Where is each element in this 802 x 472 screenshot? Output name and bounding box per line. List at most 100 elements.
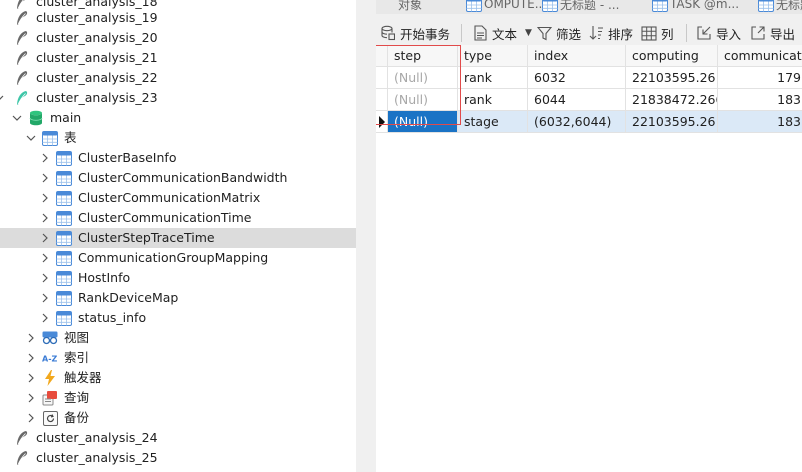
chevron-right-icon[interactable] bbox=[40, 173, 50, 183]
tree-item-communicationgroupmapping[interactable]: CommunicationGroupMapping bbox=[0, 248, 356, 268]
text-dropdown-icon[interactable]: ▼ bbox=[525, 28, 532, 38]
tree-item-clusterbaseinfo[interactable]: ClusterBaseInfo bbox=[0, 148, 356, 168]
tree-item-cluster_analysis_21[interactable]: cluster_analysis_21 bbox=[0, 48, 356, 68]
tree-item-cluster_analysis_25[interactable]: cluster_analysis_25 bbox=[0, 448, 356, 468]
cell-computing[interactable]: 22103595.26 bbox=[626, 67, 718, 89]
column-header-type[interactable]: type bbox=[458, 45, 528, 67]
tree-item-status_info[interactable]: status_info bbox=[0, 308, 356, 328]
chevron-down-icon[interactable] bbox=[12, 113, 22, 123]
tree-item-label: CommunicationGroupMapping bbox=[78, 250, 269, 265]
chevron-right-icon[interactable] bbox=[26, 373, 36, 383]
filter-label: 筛选 bbox=[556, 26, 582, 42]
table-icon bbox=[56, 190, 72, 206]
tree-item-cluster_analysis_24[interactable]: cluster_analysis_24 bbox=[0, 428, 356, 448]
cell-type[interactable]: stage bbox=[458, 111, 528, 133]
chevron-right-icon[interactable] bbox=[40, 153, 50, 163]
tree-item--[interactable]: 视图 bbox=[0, 328, 356, 348]
row-indicator[interactable] bbox=[376, 89, 388, 111]
tree-item--[interactable]: 备份 bbox=[0, 408, 356, 428]
columns-label: 列 bbox=[661, 26, 674, 42]
column-header-communication[interactable]: communication bbox=[718, 45, 802, 67]
tree-item-cluster_analysis_20[interactable]: cluster_analysis_20 bbox=[0, 28, 356, 48]
filter-button[interactable]: 筛选 bbox=[536, 22, 581, 44]
chevron-down-icon[interactable] bbox=[0, 93, 4, 103]
tab-0[interactable]: 对象 bbox=[398, 0, 422, 14]
cell-communication[interactable]: 183 bbox=[718, 111, 802, 133]
chevron-right-icon[interactable] bbox=[40, 253, 50, 263]
tree-item--[interactable]: A-Z 索引 bbox=[0, 348, 356, 368]
chevron-right-icon[interactable] bbox=[40, 213, 50, 223]
tree-item-clustercommunicationtime[interactable]: ClusterCommunicationTime bbox=[0, 208, 356, 228]
tables-folder-icon bbox=[42, 130, 58, 146]
feather-icon bbox=[14, 50, 30, 66]
chevron-right-icon[interactable] bbox=[40, 293, 50, 303]
cell-step[interactable]: (Null) bbox=[388, 111, 458, 133]
cell-computing[interactable]: 21838472.266 bbox=[626, 89, 718, 111]
column-header-computing[interactable]: computing bbox=[626, 45, 718, 67]
tree-item-cluster_analysis_22[interactable]: cluster_analysis_22 bbox=[0, 68, 356, 88]
column-header-step[interactable]: step bbox=[388, 45, 458, 67]
import-button[interactable]: 导入 bbox=[696, 22, 741, 44]
tree-item-clustersteptracetime[interactable]: ClusterStepTraceTime bbox=[0, 228, 356, 248]
tree-item-label: ClusterBaseInfo bbox=[78, 150, 177, 165]
view-glasses-icon bbox=[42, 330, 58, 346]
column-header-index[interactable]: index bbox=[528, 45, 626, 67]
tree-item--[interactable]: 查询 bbox=[0, 388, 356, 408]
cell-index[interactable]: 6032 bbox=[528, 67, 626, 89]
cell-communication[interactable]: 183 bbox=[718, 89, 802, 111]
chevron-right-icon[interactable] bbox=[40, 193, 50, 203]
row-indicator[interactable] bbox=[376, 67, 388, 89]
tab-2[interactable]: 无标题 - ... bbox=[542, 0, 619, 14]
tab-1[interactable]: OMPUTE... bbox=[466, 0, 546, 14]
tree-item-label: RankDeviceMap bbox=[78, 290, 179, 305]
cell-step[interactable]: (Null) bbox=[388, 89, 458, 111]
tab-bar: 对象 OMPUTE... 无标题 - ... TASK @m... 无标题 bbox=[376, 0, 802, 14]
chevron-right-icon[interactable] bbox=[40, 273, 50, 283]
tree-item-label: cluster_analysis_25 bbox=[36, 450, 158, 465]
begin-transaction-label: 开始事务 bbox=[400, 26, 451, 42]
index-az-icon: A-Z bbox=[42, 350, 58, 366]
columns-button[interactable]: 列 bbox=[641, 22, 674, 44]
feather-icon bbox=[14, 30, 30, 46]
export-icon bbox=[750, 25, 766, 41]
tree-item--[interactable]: 表 bbox=[0, 128, 356, 148]
cell-step[interactable]: (Null) bbox=[388, 67, 458, 89]
chevron-right-icon[interactable] bbox=[26, 333, 36, 343]
export-button[interactable]: 导出 bbox=[750, 22, 795, 44]
sort-button[interactable]: 排序 bbox=[588, 22, 633, 44]
transaction-icon bbox=[380, 25, 396, 41]
tree-item-clustercommunicationbandwidth[interactable]: ClusterCommunicationBandwidth bbox=[0, 168, 356, 188]
chevron-right-icon[interactable] bbox=[26, 393, 36, 403]
cell-index[interactable]: 6044 bbox=[528, 89, 626, 111]
cell-type[interactable]: rank bbox=[458, 89, 528, 111]
tree-item-label: ClusterStepTraceTime bbox=[78, 230, 215, 245]
table-icon bbox=[56, 270, 72, 286]
tree-item-label: cluster_analysis_22 bbox=[36, 70, 158, 85]
tree-item-label: 触发器 bbox=[64, 370, 102, 385]
table-icon bbox=[56, 290, 72, 306]
chevron-right-icon[interactable] bbox=[40, 233, 50, 243]
tree-item-rankdevicemap[interactable]: RankDeviceMap bbox=[0, 288, 356, 308]
tree-item-clustercommunicationmatrix[interactable]: ClusterCommunicationMatrix bbox=[0, 188, 356, 208]
cell-computing[interactable]: 22103595.26 bbox=[626, 111, 718, 133]
chevron-right-icon[interactable] bbox=[26, 353, 36, 363]
cell-type[interactable]: rank bbox=[458, 67, 528, 89]
cell-communication[interactable]: 179 bbox=[718, 67, 802, 89]
tree-item-main[interactable]: main bbox=[0, 108, 356, 128]
tree-item-cluster_analysis_23[interactable]: cluster_analysis_23 bbox=[0, 88, 356, 108]
tab-4[interactable]: 无标题 bbox=[758, 0, 802, 14]
tree-item-cluster_analysis_19[interactable]: cluster_analysis_19 bbox=[0, 8, 356, 28]
begin-transaction-button[interactable]: 开始事务 bbox=[380, 22, 450, 44]
chevron-down-icon[interactable] bbox=[26, 133, 36, 143]
query-icon bbox=[42, 390, 58, 406]
tree-item-hostinfo[interactable]: HostInfo bbox=[0, 268, 356, 288]
chevron-right-icon[interactable] bbox=[26, 413, 36, 423]
row-pointer-icon[interactable] bbox=[376, 111, 388, 133]
tab-3[interactable]: TASK @m... bbox=[652, 0, 739, 14]
data-toolbar: 开始事务 文本 ▼ 筛选 排序 列 导入 导出 bbox=[376, 18, 802, 46]
text-button[interactable]: 文本 ▼ bbox=[472, 22, 532, 44]
tree-item--[interactable]: 触发器 bbox=[0, 368, 356, 388]
chevron-right-icon[interactable] bbox=[40, 313, 50, 323]
pane-divider[interactable] bbox=[356, 0, 376, 472]
cell-index[interactable]: (6032,6044) bbox=[528, 111, 626, 133]
